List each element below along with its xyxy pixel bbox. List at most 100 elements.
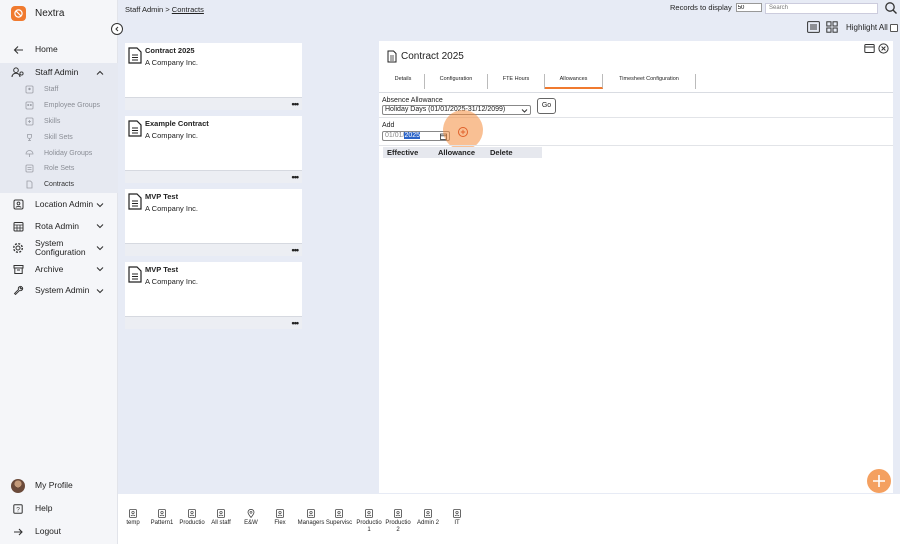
contract-company: A Company Inc. <box>145 131 198 140</box>
contract-card[interactable]: Example Contract A Company Inc. ••• <box>125 116 302 183</box>
bottom-item-managers[interactable]: Managers <box>294 509 328 527</box>
brand[interactable]: Nextra <box>11 5 64 21</box>
bottom-item-temp[interactable]: temp <box>118 509 148 527</box>
grid-view-icon[interactable] <box>826 21 839 34</box>
collapse-sidebar-button[interactable] <box>111 23 123 35</box>
wrench-icon <box>11 284 25 298</box>
app-name: Nextra <box>35 7 65 19</box>
card-menu-button[interactable]: ••• <box>292 173 300 182</box>
bottom-item-label: Supervisc <box>325 520 353 526</box>
contract-list: Contract 2025 A Company Inc. ••• Example… <box>125 43 302 335</box>
sidebar-item-label: System Configuration <box>35 237 86 257</box>
column-allowance: Allowance <box>438 148 476 157</box>
sidebar-subitem-label: Role Sets <box>44 165 75 173</box>
bottom-item-supervisc[interactable]: Supervisc <box>324 509 354 527</box>
go-button[interactable]: Go <box>537 98 556 114</box>
maximize-icon[interactable] <box>864 43 875 54</box>
sidebar-item-label: System Admin <box>35 285 90 296</box>
sidebar-subitem-skills[interactable]: Skills <box>0 114 118 130</box>
person-icon <box>365 509 373 518</box>
sidebar-item-label: Archive <box>35 263 64 274</box>
sidebar-item-rota-admin[interactable]: Rota Admin <box>0 217 118 236</box>
bottom-item-admin-2[interactable]: Admin 2 <box>413 509 443 527</box>
records-to-display: Records to display <box>670 3 762 12</box>
contract-card[interactable]: Contract 2025 A Company Inc. ••• <box>125 43 302 110</box>
bottom-item-label: Admin 2 <box>416 520 439 526</box>
bottom-item-productio[interactable]: Productio <box>177 509 207 527</box>
bottom-item-flex[interactable]: Flex <box>265 509 295 527</box>
date-input[interactable]: 01/01/2025 <box>382 131 450 141</box>
sidebar-subitem-role-sets[interactable]: Role Sets <box>0 161 118 177</box>
document-icon <box>128 47 142 64</box>
tab-configuration[interactable]: Configuration <box>425 74 488 89</box>
skills-icon <box>24 116 34 126</box>
person-icon <box>335 509 343 518</box>
bottom-item-productio-1[interactable]: Productio 1 <box>354 509 384 534</box>
add-allowance-button[interactable] <box>458 127 468 137</box>
tab-details[interactable]: Details <box>382 74 425 89</box>
contract-card[interactable]: MVP Test A Company Inc. ••• <box>125 189 302 256</box>
breadcrumb-root[interactable]: Staff Admin <box>125 5 163 14</box>
search-icon[interactable] <box>884 1 898 15</box>
bottom-item-pattern1[interactable]: Pattern1 <box>147 509 177 527</box>
tab-allowances[interactable]: Allowances <box>545 74 603 89</box>
bottom-bar: temp Pattern1 Productio All staff E&W Fl… <box>118 494 900 544</box>
sidebar-subitem-holiday-groups[interactable]: Holiday Groups <box>0 145 118 161</box>
absence-allowance-label: Absence Allowance <box>382 97 443 104</box>
chevron-down-icon <box>95 286 105 296</box>
card-menu-button[interactable]: ••• <box>292 319 300 328</box>
help-icon: ? <box>11 502 25 516</box>
person-icon <box>394 509 402 518</box>
bottom-item-e-and-w[interactable]: E&W <box>236 509 266 527</box>
tab-timesheet-configuration[interactable]: Timesheet Configuration <box>603 74 696 89</box>
bottom-item-all-staff[interactable]: All staff <box>206 509 236 527</box>
list-view-icon[interactable] <box>807 21 820 34</box>
bottom-item-label: E&W <box>244 520 258 526</box>
chevron-down-icon <box>95 264 105 274</box>
sidebar-item-system-configuration[interactable]: System Configuration <box>0 236 118 260</box>
bottom-item-productio-2[interactable]: Productio 2 <box>383 509 413 534</box>
sidebar-subitem-employee-groups[interactable]: Employee Groups <box>0 98 118 114</box>
person-icon <box>217 509 225 518</box>
bottom-item-label: temp <box>126 520 140 526</box>
contract-card[interactable]: MVP Test A Company Inc. ••• <box>125 262 302 329</box>
card-menu-button[interactable]: ••• <box>292 246 300 255</box>
contract-title: Contract 2025 <box>145 46 195 55</box>
sidebar-item-logout[interactable]: Logout <box>0 520 118 543</box>
search-input[interactable]: Search <box>765 3 878 14</box>
person-icon <box>307 509 315 518</box>
person-icon <box>158 509 166 518</box>
highlight-all[interactable]: Highlight All <box>846 23 898 32</box>
bottom-item-it[interactable]: IT <box>442 509 472 527</box>
contract-detail-panel: Contract 2025 Details Configuration FTE … <box>379 41 893 493</box>
sidebar-item-system-admin[interactable]: System Admin <box>0 279 118 303</box>
panel-title-text: Contract 2025 <box>401 51 464 62</box>
sidebar-item-location-admin[interactable]: Location Admin <box>0 193 118 217</box>
sidebar-subitem-contracts[interactable]: Contracts <box>0 177 118 193</box>
breadcrumb-contracts[interactable]: Contracts <box>172 5 204 14</box>
person-icon <box>276 509 284 518</box>
tab-fte-hours[interactable]: FTE Hours <box>488 74 545 89</box>
chevron-down-icon <box>95 221 105 231</box>
close-icon[interactable] <box>878 43 889 54</box>
records-label: Records to display <box>670 3 732 12</box>
sidebar-item-help[interactable]: ? Help <box>0 497 118 520</box>
sidebar-item-archive[interactable]: Archive <box>0 260 118 279</box>
person-icon <box>129 509 137 518</box>
contract-company: A Company Inc. <box>145 204 198 213</box>
sidebar-subitem-skill-sets[interactable]: Skill Sets <box>0 129 118 145</box>
sidebar-item-home[interactable]: Home <box>0 40 118 59</box>
location-icon <box>11 198 25 212</box>
sidebar-item-staff-admin[interactable]: Staff Admin <box>0 63 118 82</box>
records-input[interactable] <box>735 3 762 12</box>
add-fab-button[interactable] <box>867 469 891 493</box>
sidebar-subitem-staff[interactable]: Staff <box>0 82 118 98</box>
card-menu-button[interactable]: ••• <box>292 100 300 109</box>
highlight-all-checkbox[interactable] <box>889 23 898 32</box>
top-bar: Staff Admin > Contracts Records to displ… <box>118 0 900 40</box>
sidebar-item-my-profile[interactable]: My Profile <box>0 474 118 497</box>
bottom-item-label: All staff <box>211 520 231 526</box>
document-icon <box>128 193 142 210</box>
logout-icon <box>11 525 25 539</box>
chevron-up-icon <box>95 68 105 78</box>
